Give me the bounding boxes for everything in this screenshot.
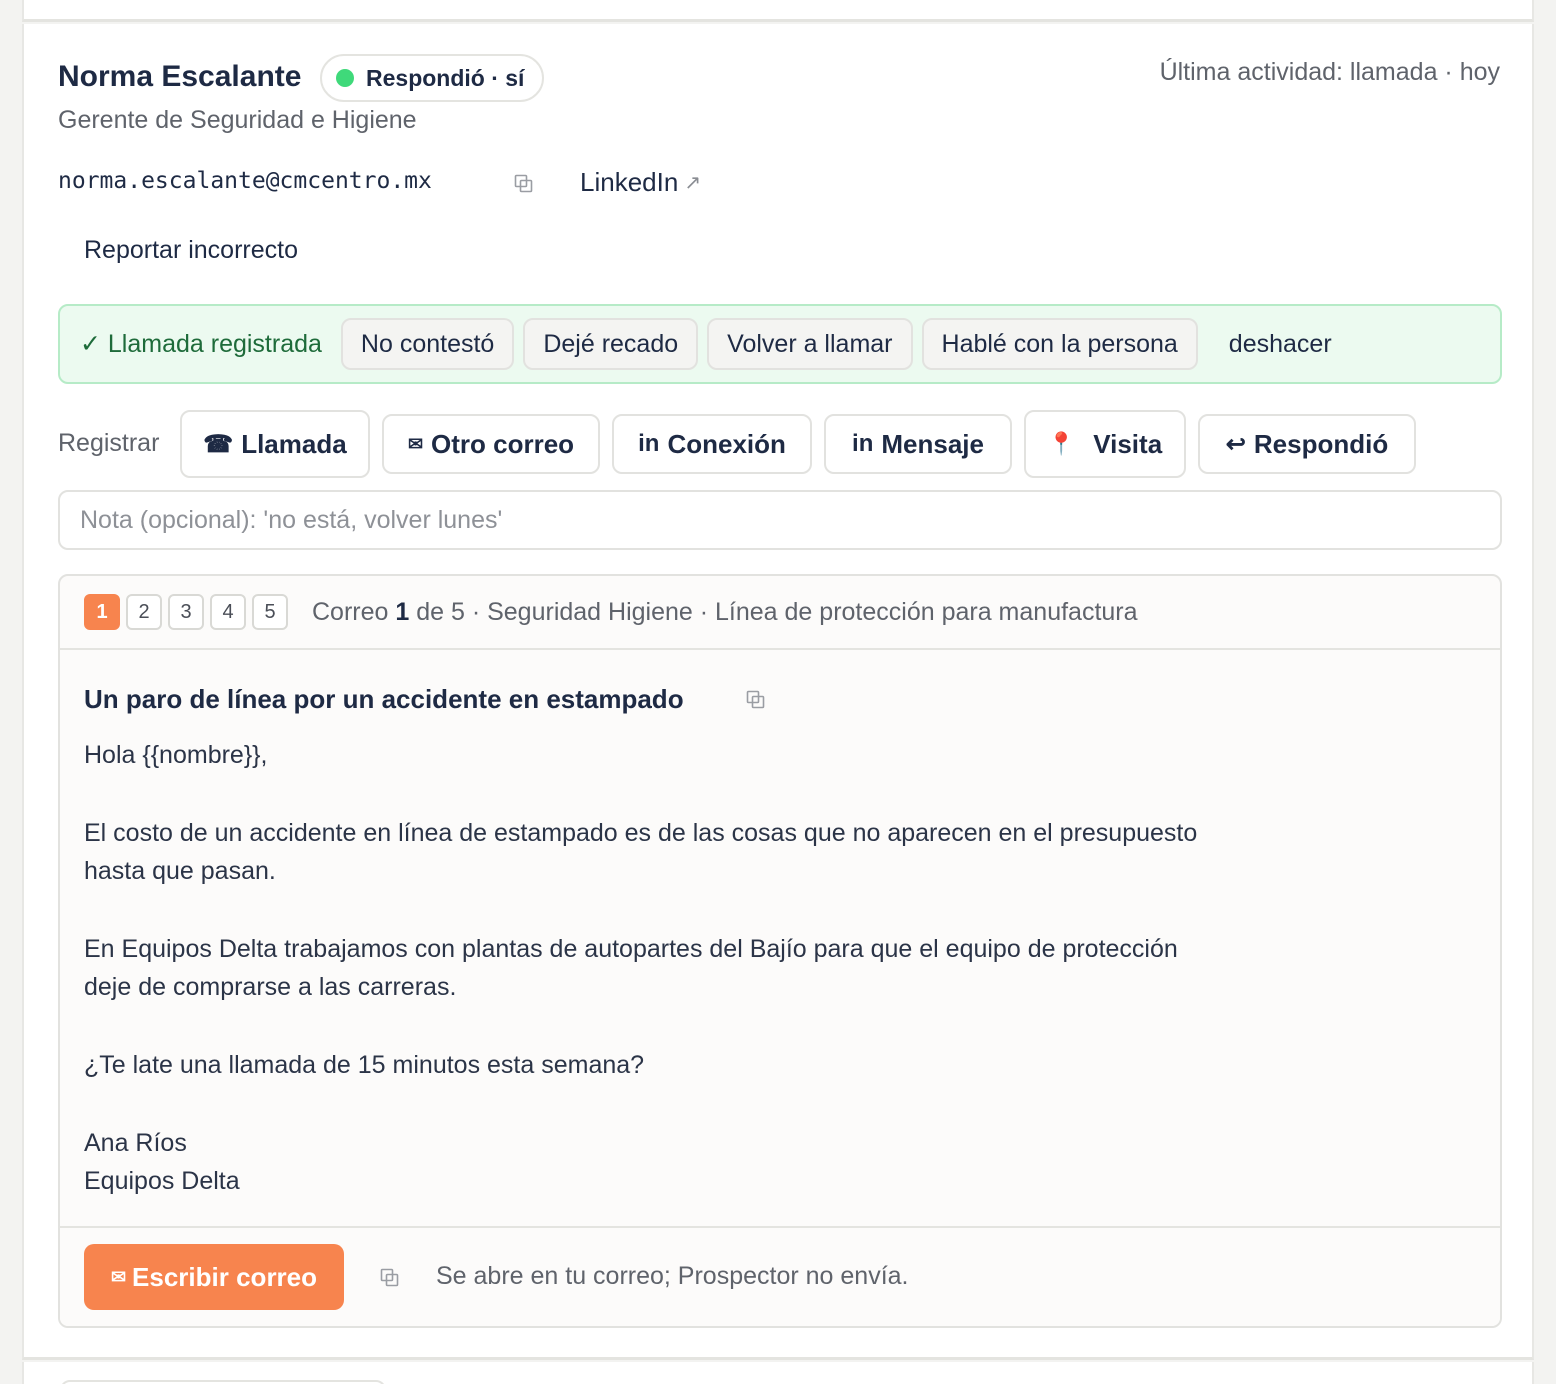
next-card-badge [60, 1380, 386, 1384]
contact-role: Gerente de Seguridad e Higiene [58, 106, 417, 134]
email-sequence-panel: 1 2 3 4 5 Correo 1 de 5 · Seguridad Higi… [58, 574, 1502, 1328]
reply-icon: ↩ [1225, 430, 1246, 458]
compose-email-button[interactable]: ✉ Escribir correo [84, 1244, 344, 1310]
previous-card-edge [22, 0, 1534, 22]
copy-email-icon[interactable] [512, 172, 536, 196]
register-visit-button[interactable]: 📍 Visita [1024, 410, 1186, 478]
report-incorrect-button[interactable]: Reportar incorrecto [84, 236, 298, 265]
sequence-step-4[interactable]: 4 [210, 594, 246, 630]
signature-company: Equipos Delta [84, 1167, 240, 1195]
register-connection-label: Conexión [667, 428, 786, 459]
email-greeting: Hola {{nombre}}, [84, 741, 268, 769]
copy-subject-icon[interactable] [744, 688, 768, 712]
outcome-call-back-button[interactable]: Volver a llamar [707, 318, 913, 370]
sequence-step-1[interactable]: 1 [84, 594, 120, 630]
last-activity: Última actividad: llamada · hoy [1159, 58, 1500, 86]
register-email-label: Otro correo [431, 428, 575, 459]
call-logged-bar: ✓ Llamada registrada No contestó Dejé re… [58, 304, 1502, 384]
register-connection-button[interactable]: in Conexión [612, 414, 812, 474]
pin-icon: 📍 [1047, 431, 1076, 456]
sequence-info-prefix: Correo [312, 597, 389, 626]
sequence-header: 1 2 3 4 5 Correo 1 de 5 · Seguridad Higi… [60, 576, 1500, 650]
note-input[interactable] [58, 490, 1502, 550]
linkedin-link[interactable]: LinkedIn ↗ [580, 167, 701, 198]
sequence-step-3[interactable]: 3 [168, 594, 204, 630]
undo-button[interactable]: deshacer [1229, 330, 1332, 359]
outcome-left-message-button[interactable]: Dejé recado [523, 318, 699, 370]
copy-email-body-icon[interactable] [378, 1266, 402, 1290]
contact-name: Norma Escalante [58, 60, 302, 93]
register-replied-label: Respondió [1253, 428, 1389, 459]
contact-email: norma.escalante@cmcentro.mx [58, 168, 432, 194]
register-call-button[interactable]: ☎ Llamada [180, 410, 370, 478]
email-body: Hola {{nombre}}, El costo de un accident… [84, 736, 1204, 1200]
sequence-step-2[interactable]: 2 [126, 594, 162, 630]
email-paragraph: El costo de un accidente en línea de est… [84, 819, 1198, 885]
mail-icon: ✉ [407, 433, 424, 454]
mail-icon: ✉ [110, 1266, 127, 1287]
register-message-button[interactable]: in Mensaje [824, 414, 1012, 474]
outcome-spoke-button[interactable]: Hablé con la persona [921, 318, 1198, 370]
compose-email-label: Escribir correo [132, 1261, 318, 1292]
status-dot-icon [336, 69, 354, 87]
sequence-info-current: 1 [395, 597, 410, 626]
register-replied-button[interactable]: ↩ Respondió [1198, 414, 1416, 474]
register-label: Registrar [58, 429, 160, 457]
contact-card: Norma Escalante Respondió · sí Última ac… [22, 24, 1534, 1360]
email-panel-footer: ✉ Escribir correo Se abre en tu correo; … [60, 1226, 1500, 1326]
sequence-info: Correo 1 de 5 · Seguridad Higiene · Líne… [312, 598, 1138, 627]
status-badge-label: Respondió · sí [366, 64, 525, 91]
email-question: ¿Te late una llamada de 15 minutos esta … [84, 1051, 645, 1079]
sequence-step-5[interactable]: 5 [252, 594, 288, 630]
register-email-button[interactable]: ✉ Otro correo [382, 414, 600, 474]
phone-icon: ☎ [203, 430, 234, 458]
register-call-label: Llamada [241, 428, 347, 459]
sequence-info-suffix: de 5 · Seguridad Higiene · Línea de prot… [416, 597, 1138, 626]
linkedin-icon: in [852, 430, 874, 457]
next-card-edge [22, 1362, 1534, 1384]
outcome-no-answer-button[interactable]: No contestó [340, 318, 515, 370]
email-subject: Un paro de línea por un accidente en est… [84, 684, 684, 714]
register-message-label: Mensaje [881, 428, 984, 459]
footer-note: Se abre en tu correo; Prospector no enví… [436, 1262, 909, 1290]
external-link-icon: ↗ [684, 172, 702, 194]
linkedin-icon: in [638, 430, 660, 457]
signature-name: Ana Ríos [84, 1129, 187, 1157]
email-paragraph: En Equipos Delta trabajamos con plantas … [84, 935, 1178, 1001]
status-badge: Respondió · sí [320, 54, 545, 102]
linkedin-link-label: LinkedIn [580, 167, 679, 197]
register-visit-label: Visita [1093, 428, 1163, 459]
call-logged-status: ✓ Llamada registrada [80, 330, 322, 358]
